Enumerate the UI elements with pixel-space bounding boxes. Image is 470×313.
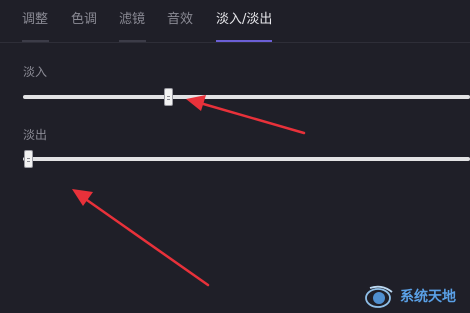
tab-adjust[interactable]: 调整 (22, 10, 48, 30)
watermark-text: 系统天地 (400, 289, 456, 305)
fade-out-slider-track[interactable] (23, 157, 470, 161)
tab-tone[interactable]: 色调 (71, 10, 97, 30)
editor-panel: 调整 色调 滤镜 音效 淡入/淡出 淡入 淡出 系统天地 (0, 0, 470, 313)
fade-in-slider[interactable] (23, 88, 470, 106)
tab-fade-in-out[interactable]: 淡入/淡出 (216, 10, 272, 30)
fade-in-label: 淡入 (23, 65, 48, 79)
tab-filter[interactable]: 滤镜 (119, 10, 145, 30)
fade-out-slider[interactable] (23, 150, 470, 168)
tab-bar: 调整 色调 滤镜 音效 淡入/淡出 (0, 0, 470, 43)
tab-sound-effect[interactable]: 音效 (167, 10, 193, 30)
arrow-to-fade-out-thumb (72, 189, 210, 287)
fade-in-slider-thumb[interactable] (163, 88, 173, 106)
tab-filter-underline (119, 40, 146, 42)
tab-fade-in-out-underline (216, 40, 272, 42)
tab-adjust-underline (22, 40, 49, 42)
fade-out-slider-thumb[interactable] (24, 150, 33, 168)
watermark-logo-icon (365, 285, 393, 308)
fade-out-label: 淡出 (23, 128, 48, 142)
watermark: 系统天地 (364, 282, 470, 310)
fade-in-slider-track[interactable] (23, 95, 470, 99)
